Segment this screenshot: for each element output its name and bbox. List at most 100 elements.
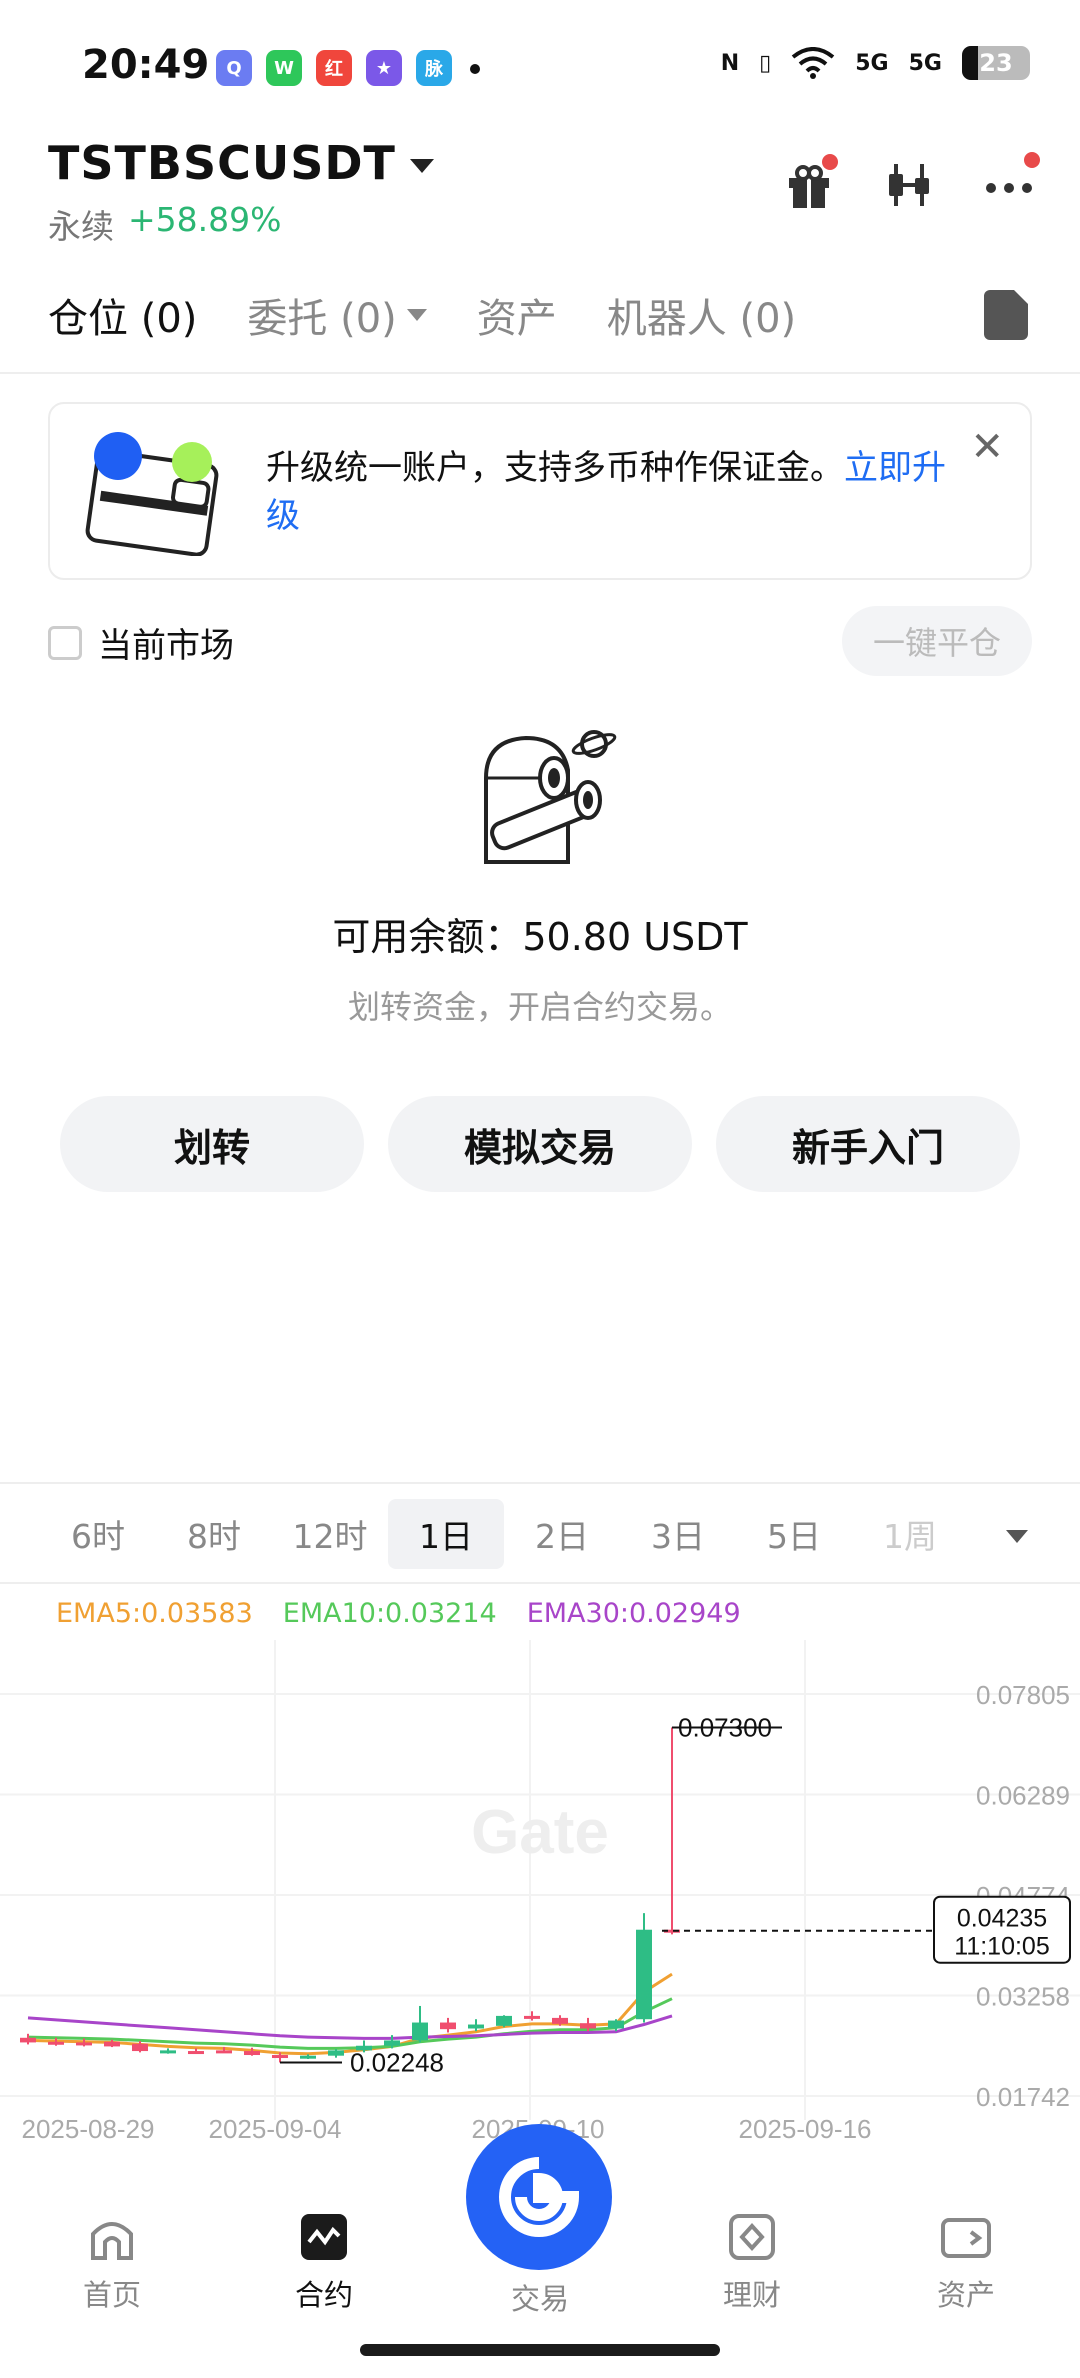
trade-button[interactable] [466,2124,612,2270]
wallet-illustration [85,432,219,556]
candle-body [188,2051,204,2055]
divider [0,1482,1080,1484]
candle-body [160,2050,176,2054]
pair-selector[interactable]: TSTBSCUSDT [48,136,434,190]
notification-badge [1024,152,1040,168]
divider [0,1582,1080,1584]
more-icon[interactable] [984,152,1040,210]
transfer-button[interactable]: 划转 [60,1096,364,1192]
home-icon [91,2222,133,2260]
action-buttons: 划转 模拟交易 新手入门 [60,1096,1020,1192]
timeframe-12h[interactable]: 12时 [272,1499,388,1569]
y-tick-label: 0.03258 [976,1981,1070,2011]
x-tick-label: 2025-09-16 [739,2114,872,2144]
wifi-icon [792,47,835,79]
ema-lines [27,1972,673,2056]
nav-label: 合约 [294,2278,353,2312]
close-all-button[interactable]: 一键平仓 [842,606,1032,676]
current-market-filter[interactable]: 当前市场 [48,618,234,667]
tab-positions[interactable]: 仓位 (0) [48,286,197,344]
history-document-icon[interactable] [984,290,1028,340]
earn-icon [729,2214,775,2260]
tab-bots[interactable]: 机器人 (0) [607,286,796,344]
nav-earn[interactable]: 理财 [692,2212,812,2314]
banner-text: 升级统一账户，支持多币种作保证金。 [266,448,844,488]
high-price-label: 0.07300 [678,1712,772,1742]
status-time: 20:49 [82,42,210,88]
timeframe-1w[interactable]: 1周 [852,1499,968,1569]
nfc-icon: N [720,50,740,76]
caret-down-icon [406,309,427,321]
app-notification-icon: 脉 [416,50,452,86]
home-indicator [360,2344,720,2356]
candle-body [384,2040,400,2046]
beginner-guide-button[interactable]: 新手入门 [716,1096,1020,1192]
divider [0,372,1080,374]
futures-icon [301,2214,347,2260]
signal-icon-1: 5G [855,50,889,76]
signal-icon-2: 5G [908,50,942,76]
ema10-value: EMA10:0.03214 [282,1598,497,1629]
ema5-value: EMA5:0.03583 [56,1598,253,1629]
ema30-value: EMA30:0.02949 [526,1598,741,1629]
nav-home[interactable]: 首页 [52,2212,172,2314]
trade-label: 交易 [510,2282,569,2316]
candlestick-chart-icon[interactable] [884,160,934,210]
notification-icons: Q W 红 ★ 脉 [216,50,452,86]
y-tick-label: 0.07805 [976,1680,1070,1710]
app-notification-icon: 红 [316,50,352,86]
candle-body [636,1929,652,2020]
candle-body [20,2037,36,2043]
timeframe-3d[interactable]: 3日 [620,1499,736,1569]
nav-label: 首页 [82,2278,141,2312]
current-market-label: 当前市场 [98,626,234,666]
x-tick-label: 2025-09-04 [209,2114,342,2144]
caret-down-icon [409,159,434,173]
timeframe-8h[interactable]: 8时 [156,1499,272,1569]
candle-body [608,2020,624,2029]
ema-legend: EMA5:0.03583 EMA10:0.03214 EMA30:0.02949 [56,1598,741,1629]
available-balance: 可用余额：50.80 USDT [332,915,748,959]
candle-body [412,2022,428,2041]
app-notification-icon: Q [216,50,252,86]
last-price-label: 0.04235 [957,1905,1047,1933]
demo-trading-button[interactable]: 模拟交易 [388,1096,692,1192]
price-change: +58.89% [128,200,282,239]
position-tabs: 仓位 (0) 委托 (0) 资产 机器人 (0) [48,286,796,344]
candle-body [440,2022,456,2030]
nav-futures[interactable]: 合约 [264,2212,384,2314]
vibrate-icon: ▯ [759,50,772,76]
gate-logo-icon [499,2157,579,2237]
tab-orders[interactable]: 委托 (0) [247,286,427,344]
timeframe-5d[interactable]: 5日 [736,1499,852,1569]
candle-body [104,2041,120,2047]
kline-chart[interactable]: Gate 0.078050.062890.047740.032580.01742… [0,1640,1080,2160]
candle-body [328,2050,344,2056]
timeframe-1d[interactable]: 1日 [388,1499,504,1569]
gift-icon[interactable] [784,154,838,210]
wechat-icon: W [266,50,302,86]
candle-body [468,2024,484,2029]
header-actions [784,152,1040,210]
timeframe-2d[interactable]: 2日 [504,1499,620,1569]
tab-assets[interactable]: 资产 [477,286,557,344]
candle-body [524,2015,540,2019]
candle-body [272,2055,288,2059]
battery-level: 23 [979,49,1013,77]
candle-body [300,2055,316,2059]
tab-label: 仓位 (0) [48,296,198,342]
candle-body [76,2042,92,2046]
y-tick-label: 0.06289 [976,1781,1070,1811]
gate-watermark: Gate [471,1798,609,1867]
candle-body [244,2051,260,2056]
contract-kind: 永续 [48,207,114,246]
current-market-checkbox[interactable] [48,625,82,660]
nav-label: 理财 [722,2278,781,2312]
timeframe-selector: 6时 8时 12时 1日 2日 3日 5日 1周 [0,1488,1080,1580]
timeframe-6h[interactable]: 6时 [40,1499,156,1569]
tab-label: 资产 [476,296,557,342]
chevron-down-icon[interactable] [1006,1530,1028,1543]
upgrade-banner[interactable]: 升级统一账户，支持多币种作保证金。立即升级 ✕ [48,402,1032,580]
nav-assets[interactable]: 资产 [906,2212,1026,2314]
close-icon[interactable]: ✕ [970,424,1004,470]
